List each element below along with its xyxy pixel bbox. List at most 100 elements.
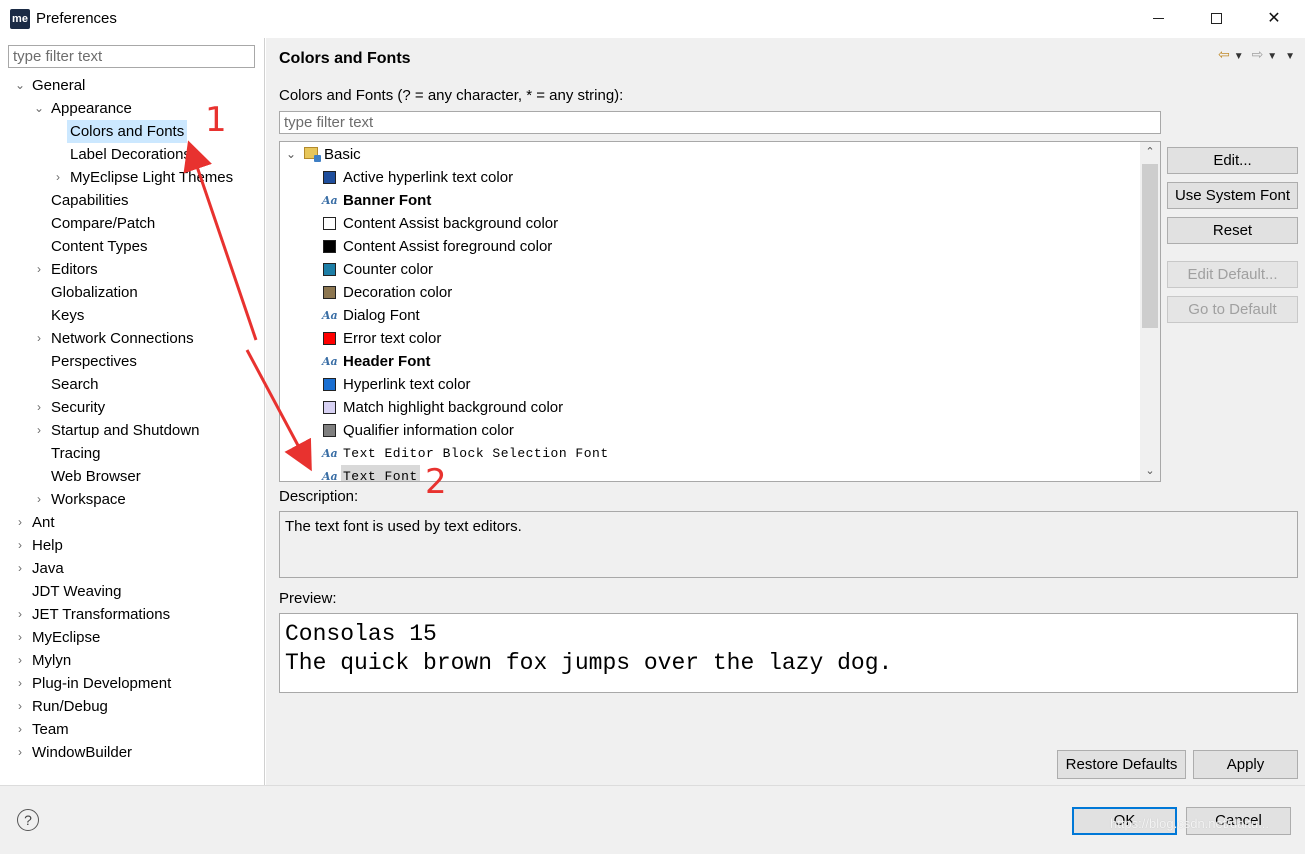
tree-item[interactable]: JDT Weaving	[0, 580, 265, 603]
tree-item[interactable]: › Ant	[0, 511, 265, 534]
minimize-button[interactable]	[1129, 0, 1187, 38]
tree-item[interactable]: ⌄ General	[0, 74, 265, 97]
tree-item-label: Globalization	[51, 284, 138, 301]
collapsed-arrow-icon[interactable]: ›	[52, 166, 64, 189]
list-item[interactable]: Active hyperlink text color	[280, 166, 1140, 189]
tree-item[interactable]: › WindowBuilder	[0, 741, 265, 764]
font-icon: Aa	[322, 355, 338, 368]
tree-item[interactable]: › Network Connections	[0, 327, 265, 350]
tree-item[interactable]: › Team	[0, 718, 265, 741]
expanded-arrow-icon[interactable]: ⌄	[14, 74, 26, 97]
tree-item[interactable]: › Plug-in Development	[0, 672, 265, 695]
collapsed-arrow-icon[interactable]: ›	[14, 695, 26, 718]
help-icon[interactable]: ?	[17, 809, 39, 831]
back-dropdown-icon[interactable]: ▼	[1234, 51, 1244, 62]
scrollbar-thumb[interactable]	[1142, 164, 1158, 328]
tree-item[interactable]: › Java	[0, 557, 265, 580]
collapsed-arrow-icon[interactable]: ›	[14, 718, 26, 741]
collapsed-arrow-icon[interactable]: ›	[14, 511, 26, 534]
list-item-label: Text Font	[341, 465, 420, 481]
close-button[interactable]: ✕	[1245, 0, 1303, 38]
tree-item-label: Perspectives	[51, 353, 137, 370]
edit-button[interactable]: Edit...	[1167, 147, 1298, 174]
go-to-default-button[interactable]: Go to Default	[1167, 296, 1298, 323]
vertical-scrollbar[interactable]: ⌃ ⌄	[1140, 142, 1160, 481]
tree-item[interactable]: Perspectives	[0, 350, 265, 373]
back-arrow-icon[interactable]: ⇦	[1218, 46, 1230, 63]
list-item[interactable]: Counter color	[280, 258, 1140, 281]
tree-item[interactable]: › MyEclipse	[0, 626, 265, 649]
list-item[interactable]: Content Assist background color	[280, 212, 1140, 235]
tree-item[interactable]: › MyEclipse Light Themes	[0, 166, 265, 189]
collapsed-arrow-icon[interactable]: ›	[33, 488, 45, 511]
list-item[interactable]: Match highlight background color	[280, 396, 1140, 419]
list-item[interactable]: Aa Header Font	[280, 350, 1140, 373]
expanded-arrow-icon[interactable]: ⌄	[33, 97, 45, 120]
collapsed-arrow-icon[interactable]: ›	[14, 534, 26, 557]
collapsed-arrow-icon[interactable]: ›	[14, 626, 26, 649]
collapsed-arrow-icon[interactable]: ›	[33, 327, 45, 350]
tree-filter-input[interactable]: type filter text	[8, 45, 255, 68]
collapsed-arrow-icon[interactable]: ›	[14, 603, 26, 626]
color-swatch-icon	[323, 217, 336, 230]
forward-arrow-icon[interactable]: ⇨	[1252, 46, 1264, 63]
tree-item[interactable]: Tracing	[0, 442, 265, 465]
collapsed-arrow-icon[interactable]: ›	[14, 649, 26, 672]
collapsed-arrow-icon[interactable]: ›	[14, 557, 26, 580]
preview-label: Preview:	[279, 590, 337, 607]
list-item[interactable]: Aa Dialog Font	[280, 304, 1140, 327]
category-basic[interactable]: ⌄ Basic	[280, 143, 1140, 166]
list-item[interactable]: Aa Text Font	[280, 465, 1140, 481]
apply-button[interactable]: Apply	[1193, 750, 1298, 779]
collapsed-arrow-icon[interactable]: ›	[33, 396, 45, 419]
tree-item[interactable]: › Startup and Shutdown	[0, 419, 265, 442]
list-item[interactable]: Qualifier information color	[280, 419, 1140, 442]
list-item[interactable]: Aa Text Editor Block Selection Font	[280, 442, 1140, 465]
preferences-tree-pane: type filter text ⌄ General ⌄ Appearance Colo…	[0, 38, 265, 785]
tree-item[interactable]: › Workspace	[0, 488, 265, 511]
reset-button[interactable]: Reset	[1167, 217, 1298, 244]
list-item[interactable]: Error text color	[280, 327, 1140, 350]
tree-item[interactable]: Web Browser	[0, 465, 265, 488]
tree-item[interactable]: › Security	[0, 396, 265, 419]
forward-dropdown-icon[interactable]: ▼	[1267, 51, 1277, 62]
colors-fonts-filter-input[interactable]: type filter text	[279, 111, 1161, 134]
tree-item[interactable]: Capabilities	[0, 189, 265, 212]
tree-item[interactable]: Keys	[0, 304, 265, 327]
edit-default-button[interactable]: Edit Default...	[1167, 261, 1298, 288]
tree-item[interactable]: Content Types	[0, 235, 265, 258]
collapsed-arrow-icon[interactable]: ›	[33, 258, 45, 281]
colors-fonts-tree[interactable]: ⌄ Basic Active hyperlink text color Aa Ban…	[279, 141, 1161, 482]
restore-defaults-button[interactable]: Restore Defaults	[1057, 750, 1186, 779]
tree-item-label: Label Decorations	[70, 146, 191, 163]
tree-item-label: Tracing	[51, 445, 101, 462]
list-item-label: Content Assist foreground color	[343, 238, 553, 255]
tree-item[interactable]: › Mylyn	[0, 649, 265, 672]
tree-item[interactable]: › Help	[0, 534, 265, 557]
list-item[interactable]: Hyperlink text color	[280, 373, 1140, 396]
description-label: Description:	[279, 488, 359, 505]
tree-item[interactable]: › Run/Debug	[0, 695, 265, 718]
tree-item[interactable]: Label Decorations	[0, 143, 265, 166]
collapsed-arrow-icon[interactable]: ›	[33, 419, 45, 442]
tree-item-label: Keys	[51, 307, 85, 324]
list-item[interactable]: Decoration color	[280, 281, 1140, 304]
color-swatch-icon	[323, 332, 336, 345]
color-swatch-icon	[323, 378, 336, 391]
scroll-down-icon[interactable]: ⌄	[1140, 461, 1160, 481]
tree-item[interactable]: Globalization	[0, 281, 265, 304]
tree-item[interactable]: Compare/Patch	[0, 212, 265, 235]
collapsed-arrow-icon[interactable]: ›	[14, 672, 26, 695]
use-system-font-button[interactable]: Use System Font	[1167, 182, 1298, 209]
view-menu-icon[interactable]: ▼	[1285, 51, 1295, 62]
list-item[interactable]: Content Assist foreground color	[280, 235, 1140, 258]
list-item[interactable]: Aa Banner Font	[280, 189, 1140, 212]
tree-item[interactable]: Search	[0, 373, 265, 396]
collapse-arrow-icon[interactable]: ⌄	[286, 143, 296, 166]
collapsed-arrow-icon[interactable]: ›	[14, 741, 26, 764]
tree-item[interactable]: › Editors	[0, 258, 265, 281]
tree-item[interactable]: › JET Transformations	[0, 603, 265, 626]
scroll-up-icon[interactable]: ⌃	[1140, 142, 1160, 162]
tree-item-label: Workspace	[51, 491, 126, 508]
maximize-button[interactable]	[1187, 0, 1245, 38]
